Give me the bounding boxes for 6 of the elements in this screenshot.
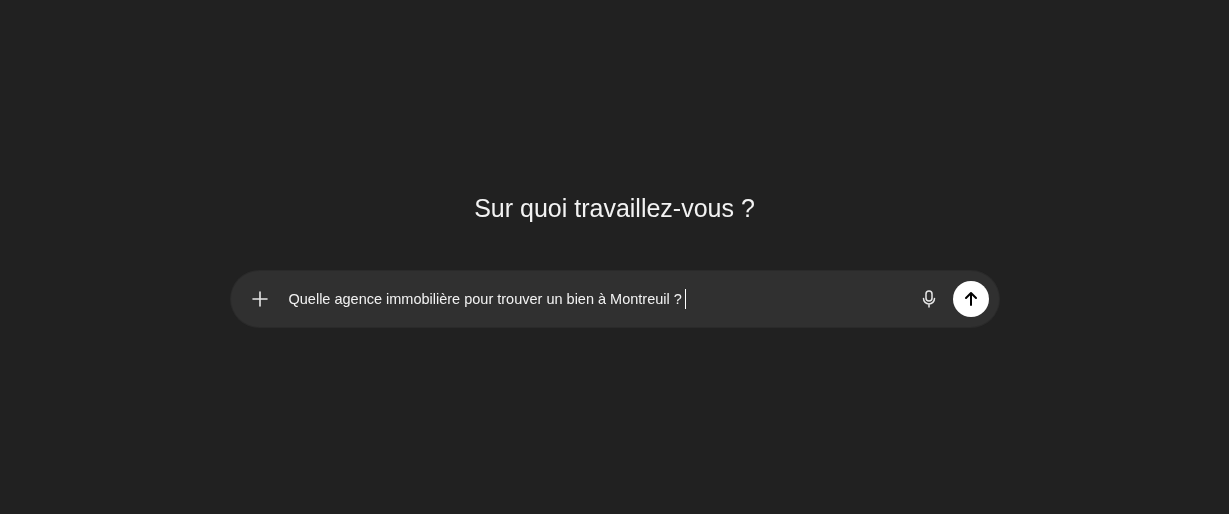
page-heading: Sur quoi travaillez-vous ?	[474, 193, 755, 224]
message-field[interactable]: Quelle agence immobilière pour trouver un bien à Montreuil ?	[230, 271, 999, 327]
plus-icon	[250, 290, 269, 308]
up-arrow-icon	[962, 291, 979, 307]
send-button[interactable]	[952, 281, 989, 317]
microphone-icon	[920, 290, 937, 308]
